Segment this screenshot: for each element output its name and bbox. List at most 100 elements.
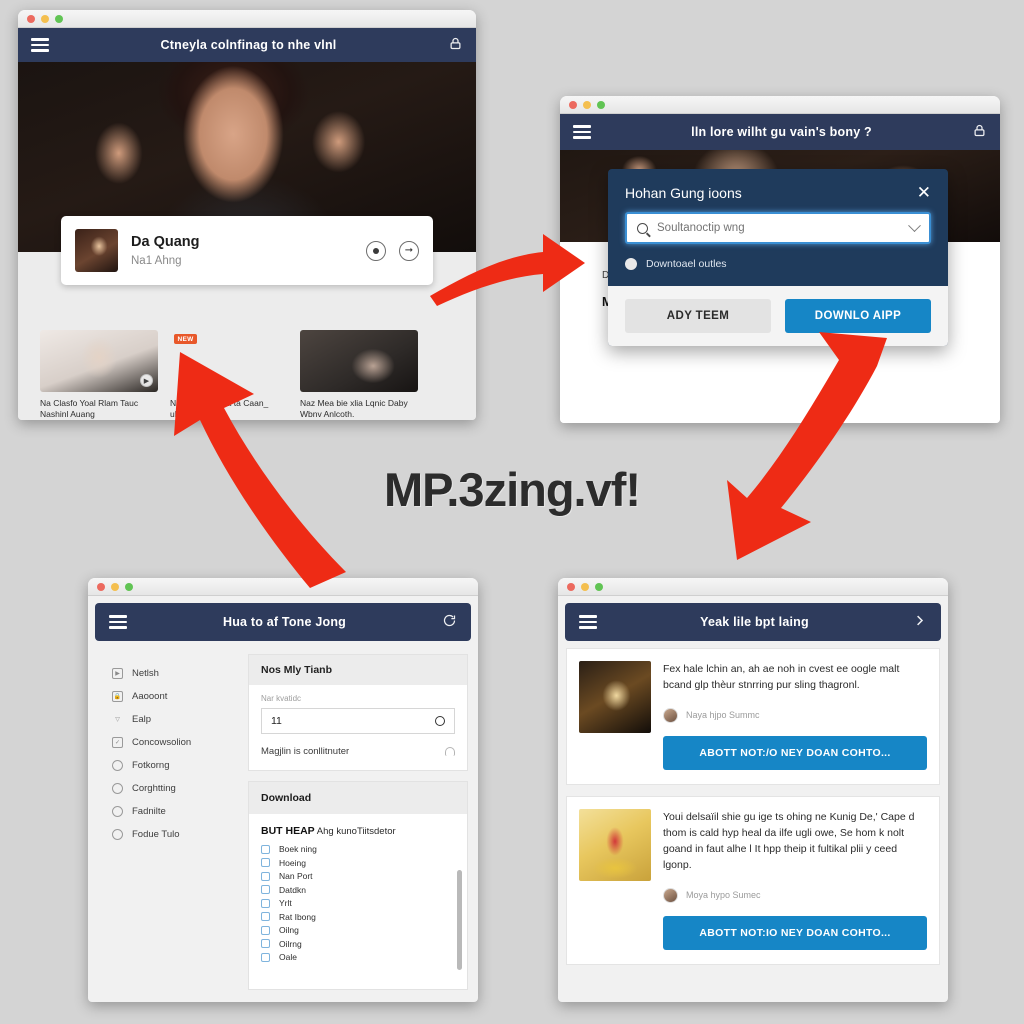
app-title: Yeak lile bpt laing [700, 615, 809, 629]
list-item[interactable]: Oale [261, 952, 455, 962]
post-text: Youi delsaïil shie gu ige ts ohing ne Ku… [663, 810, 915, 872]
chevron-down-icon[interactable] [908, 218, 921, 232]
play-square-icon: ▶ [112, 668, 123, 679]
modal-header: Hohan Gung ioons ✕ [608, 169, 948, 212]
minimize-traffic-light[interactable] [581, 582, 589, 591]
hamburger-icon[interactable] [579, 615, 597, 629]
sidebar-item-label: Fodue Tulo [132, 829, 180, 840]
hamburger-icon[interactable] [109, 615, 127, 629]
list-item[interactable]: Hoeing [261, 858, 455, 868]
sidebar-item-account[interactable]: 🔒 Aaooont [98, 685, 238, 708]
note-text: Magjlin is conllitnuter [261, 746, 350, 757]
titlebar[interactable] [558, 578, 948, 596]
record-icon[interactable] [366, 240, 386, 261]
download-icon [261, 844, 270, 854]
card-caption: Na Clasfo Yoal Rlam Tauc Nashinl Auang [40, 398, 139, 420]
panel-title: Download [249, 782, 467, 814]
minimize-traffic-light[interactable] [583, 100, 591, 109]
close-traffic-light[interactable] [567, 582, 575, 591]
appbar: Ctneyla colnfinag to nhe vlnl [18, 28, 476, 62]
lock-icon[interactable] [448, 36, 463, 54]
card-thumbnail[interactable] [300, 330, 418, 392]
download-subtitle-rest: Ahg kunoTiitsdetor [316, 826, 396, 837]
post-cta-button[interactable]: ABOTT NOT:IO NEY DOAN COHTO... [663, 915, 927, 950]
list-item[interactable]: Nan Port [261, 871, 455, 881]
list-item-label: Yrlt [279, 898, 292, 908]
titlebar[interactable] [18, 10, 476, 28]
field-label: Nar kvatidc [261, 694, 302, 703]
page-title: Da Quang [131, 234, 200, 251]
hamburger-icon[interactable] [31, 38, 49, 52]
close-traffic-light[interactable] [569, 100, 577, 109]
maximize-traffic-light[interactable] [55, 14, 63, 23]
list-item[interactable]: Oilrng [261, 939, 455, 949]
list-item[interactable]: Datdkn [261, 885, 455, 895]
list-item[interactable]: Boek ning [261, 844, 455, 854]
list-item[interactable]: Yrlt [261, 898, 455, 908]
search-input[interactable]: Soultanoctip wng [625, 212, 931, 244]
app-title: Ctneyla colnfinag to nhe vlnl [160, 38, 337, 52]
maximize-traffic-light[interactable] [595, 582, 603, 591]
maximize-traffic-light[interactable] [597, 100, 605, 109]
vertical-scrollbar[interactable] [457, 870, 462, 970]
profile-card[interactable]: Da Quang Na1 Ahng ➞ [61, 216, 433, 285]
album-cover [579, 808, 651, 881]
panel-body: BUT HEAP Ahg kunoTiitsdetor Boek ning Ho… [249, 814, 467, 970]
download-subtitle-bold: BUT HEAP [261, 825, 315, 837]
list-icon [261, 939, 270, 948]
window-settings[interactable]: Hua to af Tone Jong ▶ Netlsh 🔒 Aaooont ▽ [88, 578, 478, 1002]
list-item[interactable]: Oilng [261, 925, 455, 935]
minimize-traffic-light[interactable] [111, 582, 119, 591]
refresh-icon[interactable] [435, 716, 445, 726]
download-button[interactable]: DOWNLO AIPP [785, 299, 931, 333]
list-item-label: Datdkn [279, 884, 306, 895]
appbar: Yeak lile bpt laing [565, 603, 941, 641]
minimize-traffic-light[interactable] [41, 14, 49, 23]
list-item[interactable]: Fex hale lchin an, ah ae noh in cvest ee… [566, 648, 940, 785]
sidebar-item-label: Fotkorng [132, 760, 170, 771]
list-item[interactable]: NEW Na Nite J Fiohra ta Caan_ uling [170, 330, 288, 420]
sidebar-item-label: Aaooont [132, 691, 168, 702]
download-modal[interactable]: Hohan Gung ioons ✕ Soultanoctip wng Down… [608, 169, 948, 346]
list-item-label: Oale [279, 952, 297, 962]
maximize-traffic-light[interactable] [125, 582, 133, 591]
sidebar-item-netlsh[interactable]: ▶ Netlsh [98, 662, 238, 685]
radio-icon[interactable] [625, 258, 637, 270]
window-player[interactable]: Ctneyla colnfinag to nhe vlnl Da Quang N… [18, 10, 476, 420]
list-item[interactable]: ▶ Na Clasfo Yoal Rlam Tauc Nashinl Auang… [40, 330, 158, 420]
cancel-button[interactable]: ADY TEEM [625, 299, 771, 333]
chevron-right-icon[interactable] [912, 613, 927, 631]
titlebar[interactable] [560, 96, 1000, 114]
play-icon[interactable]: ▶ [140, 374, 153, 387]
appbar: lln lore wilht gu vain's bony ? [560, 114, 1000, 150]
list-item[interactable]: Youi delsaïil shie gu ige ts ohing ne Ku… [566, 795, 940, 965]
app-title: lln lore wilht gu vain's bony ? [691, 125, 872, 139]
list-item[interactable]: Naz Mea bie xlia Lqnic Daby Wbnv Anlcoth… [300, 330, 418, 420]
close-traffic-light[interactable] [27, 14, 35, 23]
avatar [663, 707, 678, 723]
sidebar-item-fodue-tulo[interactable]: Fodue Tulo [98, 823, 238, 846]
lock-icon[interactable] [972, 123, 987, 141]
titlebar[interactable] [88, 578, 478, 596]
quantity-field[interactable]: 11 [261, 708, 455, 734]
arrow-right-icon[interactable]: ➞ [399, 240, 419, 261]
close-icon[interactable]: ✕ [917, 184, 931, 201]
card-thumbnail[interactable]: NEW [170, 330, 288, 392]
window-feed[interactable]: Yeak lile bpt laing Fex hale lchin an, a… [558, 578, 948, 1002]
sidebar-item-concowsolion[interactable]: ✓ Concowsolion [98, 731, 238, 754]
window-body: Da Quang Na1 Ahng ➞ ▶ Na Clasfo Yoal Rla… [18, 216, 476, 420]
close-traffic-light[interactable] [97, 582, 105, 591]
post-cta-button[interactable]: ABOTT NOT:/O NEY DOAN COHTO... [663, 735, 927, 770]
sidebar-item-fadnilte[interactable]: Fadnilte [98, 800, 238, 823]
download-option-radio[interactable]: Downtoael outles [608, 244, 948, 286]
window-download-dialog[interactable]: lln lore wilht gu vain's bony ? Dowlongs… [560, 96, 1000, 423]
sidebar-item-fotkorng[interactable]: Fotkorng [98, 754, 238, 777]
sidebar-item-corghtting[interactable]: Corghtting [98, 777, 238, 800]
album-art [75, 229, 118, 272]
card-thumbnail[interactable]: ▶ [40, 330, 158, 392]
list-item[interactable]: Rat Ibong [261, 912, 455, 922]
sidebar-item-ealp[interactable]: ▽ Ealp [98, 708, 238, 731]
download-panel: Download BUT HEAP Ahg kunoTiitsdetor Boe… [248, 781, 468, 990]
refresh-icon[interactable] [442, 613, 457, 631]
hamburger-icon[interactable] [573, 125, 591, 139]
